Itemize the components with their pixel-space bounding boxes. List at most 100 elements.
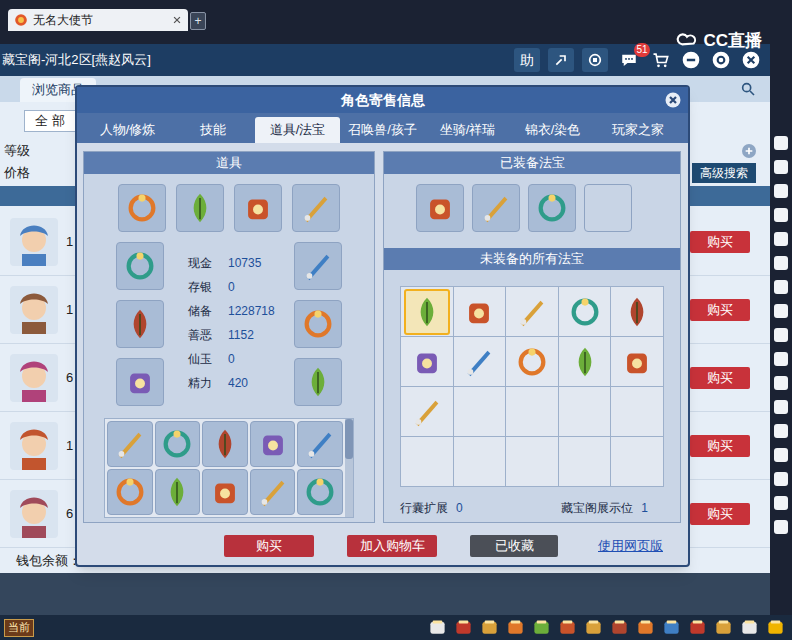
fabao-slot[interactable] (456, 439, 502, 485)
browser-tab[interactable]: 无名大使节 (8, 9, 188, 31)
buy-button[interactable]: 购买 (690, 435, 750, 457)
filter-button[interactable]: 全 部 (24, 110, 76, 132)
taskbar-button[interactable] (557, 617, 578, 638)
advanced-search-button[interactable]: 高级搜索 (692, 163, 756, 183)
dialog-tab[interactable]: 坐骑/祥瑞 (425, 117, 510, 143)
taskbar-button[interactable] (479, 617, 500, 638)
dialog-button[interactable]: 购买 (224, 535, 314, 557)
minimize-button[interactable] (680, 49, 702, 71)
inventory-slot[interactable] (202, 421, 248, 467)
inventory-slot[interactable] (202, 469, 248, 515)
taskbar-button[interactable] (713, 617, 734, 638)
inventory-slot[interactable] (107, 469, 153, 515)
fabao-slot[interactable] (404, 389, 450, 435)
fabao-slot[interactable] (562, 339, 608, 385)
side-button[interactable] (774, 424, 788, 438)
taskbar-button[interactable] (453, 617, 474, 638)
stop-button[interactable] (582, 48, 608, 72)
fabao-slot[interactable] (584, 184, 632, 232)
inventory-slot[interactable] (297, 421, 343, 467)
fabao-slot[interactable] (456, 339, 502, 385)
taskbar-button[interactable] (531, 617, 552, 638)
fabao-slot[interactable] (509, 339, 555, 385)
taskbar-button[interactable] (661, 617, 682, 638)
inventory-slot[interactable] (155, 421, 201, 467)
side-button[interactable] (774, 304, 788, 318)
equipment-slot[interactable] (294, 242, 342, 290)
fabao-slot[interactable] (528, 184, 576, 232)
taskbar-button[interactable] (687, 617, 708, 638)
taskbar-button[interactable] (739, 617, 760, 638)
fabao-slot[interactable] (456, 389, 502, 435)
inventory-slot[interactable] (297, 469, 343, 515)
fabao-slot[interactable] (509, 439, 555, 485)
dialog-tab[interactable]: 人物/修炼 (85, 117, 170, 143)
inventory-slot[interactable] (250, 421, 296, 467)
side-button[interactable] (774, 232, 788, 246)
fabao-slot[interactable] (509, 389, 555, 435)
equipment-slot[interactable] (118, 184, 166, 232)
fabao-slot[interactable] (509, 289, 555, 335)
gear-button[interactable] (710, 49, 732, 71)
side-button[interactable] (774, 256, 788, 270)
side-button[interactable] (774, 280, 788, 294)
new-tab-button[interactable]: + (190, 12, 206, 30)
taskbar-button[interactable] (609, 617, 630, 638)
dialog-tab[interactable]: 玩家之家 (595, 117, 680, 143)
equipment-slot[interactable] (292, 184, 340, 232)
taskbar-button[interactable] (635, 617, 656, 638)
scrollbar-thumb[interactable] (345, 419, 353, 459)
fabao-slot[interactable] (404, 289, 450, 335)
fabao-slot[interactable] (562, 289, 608, 335)
fabao-slot[interactable] (404, 339, 450, 385)
fabao-slot[interactable] (456, 289, 502, 335)
fabao-slot[interactable] (404, 439, 450, 485)
equipment-slot[interactable] (176, 184, 224, 232)
dialog-button[interactable]: 加入购物车 (347, 535, 437, 557)
inventory-slot[interactable] (107, 421, 153, 467)
inventory-slot[interactable] (155, 469, 201, 515)
cart-button[interactable] (650, 49, 672, 71)
fabao-slot[interactable] (614, 389, 660, 435)
taskbar-button[interactable] (583, 617, 604, 638)
side-button[interactable] (774, 400, 788, 414)
equipment-slot[interactable] (116, 242, 164, 290)
side-button[interactable] (774, 136, 788, 150)
taskbar-button[interactable] (505, 617, 526, 638)
side-button[interactable] (774, 328, 788, 342)
side-button[interactable] (774, 520, 788, 534)
side-button[interactable] (774, 448, 788, 462)
equipment-slot[interactable] (116, 300, 164, 348)
fabao-slot[interactable] (416, 184, 464, 232)
fabao-slot[interactable] (562, 389, 608, 435)
dialog-tab[interactable]: 锦衣/染色 (510, 117, 595, 143)
buy-button[interactable]: 购买 (690, 503, 750, 525)
dialog-tab[interactable]: 召唤兽/孩子 (340, 117, 425, 143)
fabao-slot[interactable] (614, 339, 660, 385)
message-button[interactable]: 51 (616, 48, 642, 72)
web-version-link[interactable]: 使用网页版 (598, 536, 663, 556)
buy-button[interactable]: 购买 (690, 299, 750, 321)
fabao-slot[interactable] (614, 439, 660, 485)
dialog-close-button[interactable] (664, 91, 682, 109)
inventory-slot[interactable] (250, 469, 296, 515)
scrollbar[interactable] (345, 419, 353, 517)
taskbar-button[interactable] (765, 617, 786, 638)
share-button[interactable] (548, 48, 574, 72)
side-button[interactable] (774, 472, 788, 486)
equipment-slot[interactable] (116, 358, 164, 406)
fabao-slot[interactable] (472, 184, 520, 232)
buy-button[interactable]: 购买 (690, 231, 750, 253)
help-button[interactable]: 助 (514, 48, 540, 72)
side-button[interactable] (774, 184, 788, 198)
side-button[interactable] (774, 376, 788, 390)
equipment-slot[interactable] (294, 358, 342, 406)
side-button[interactable] (774, 208, 788, 222)
taskbar-button[interactable] (427, 617, 448, 638)
search-button[interactable] (738, 79, 758, 99)
dialog-button[interactable]: 已收藏 (470, 535, 558, 557)
fabao-slot[interactable] (614, 289, 660, 335)
channel-button[interactable]: 当前 (4, 619, 34, 637)
expand-button[interactable] (742, 144, 756, 158)
dialog-tab[interactable]: 道具/法宝 (255, 117, 340, 143)
